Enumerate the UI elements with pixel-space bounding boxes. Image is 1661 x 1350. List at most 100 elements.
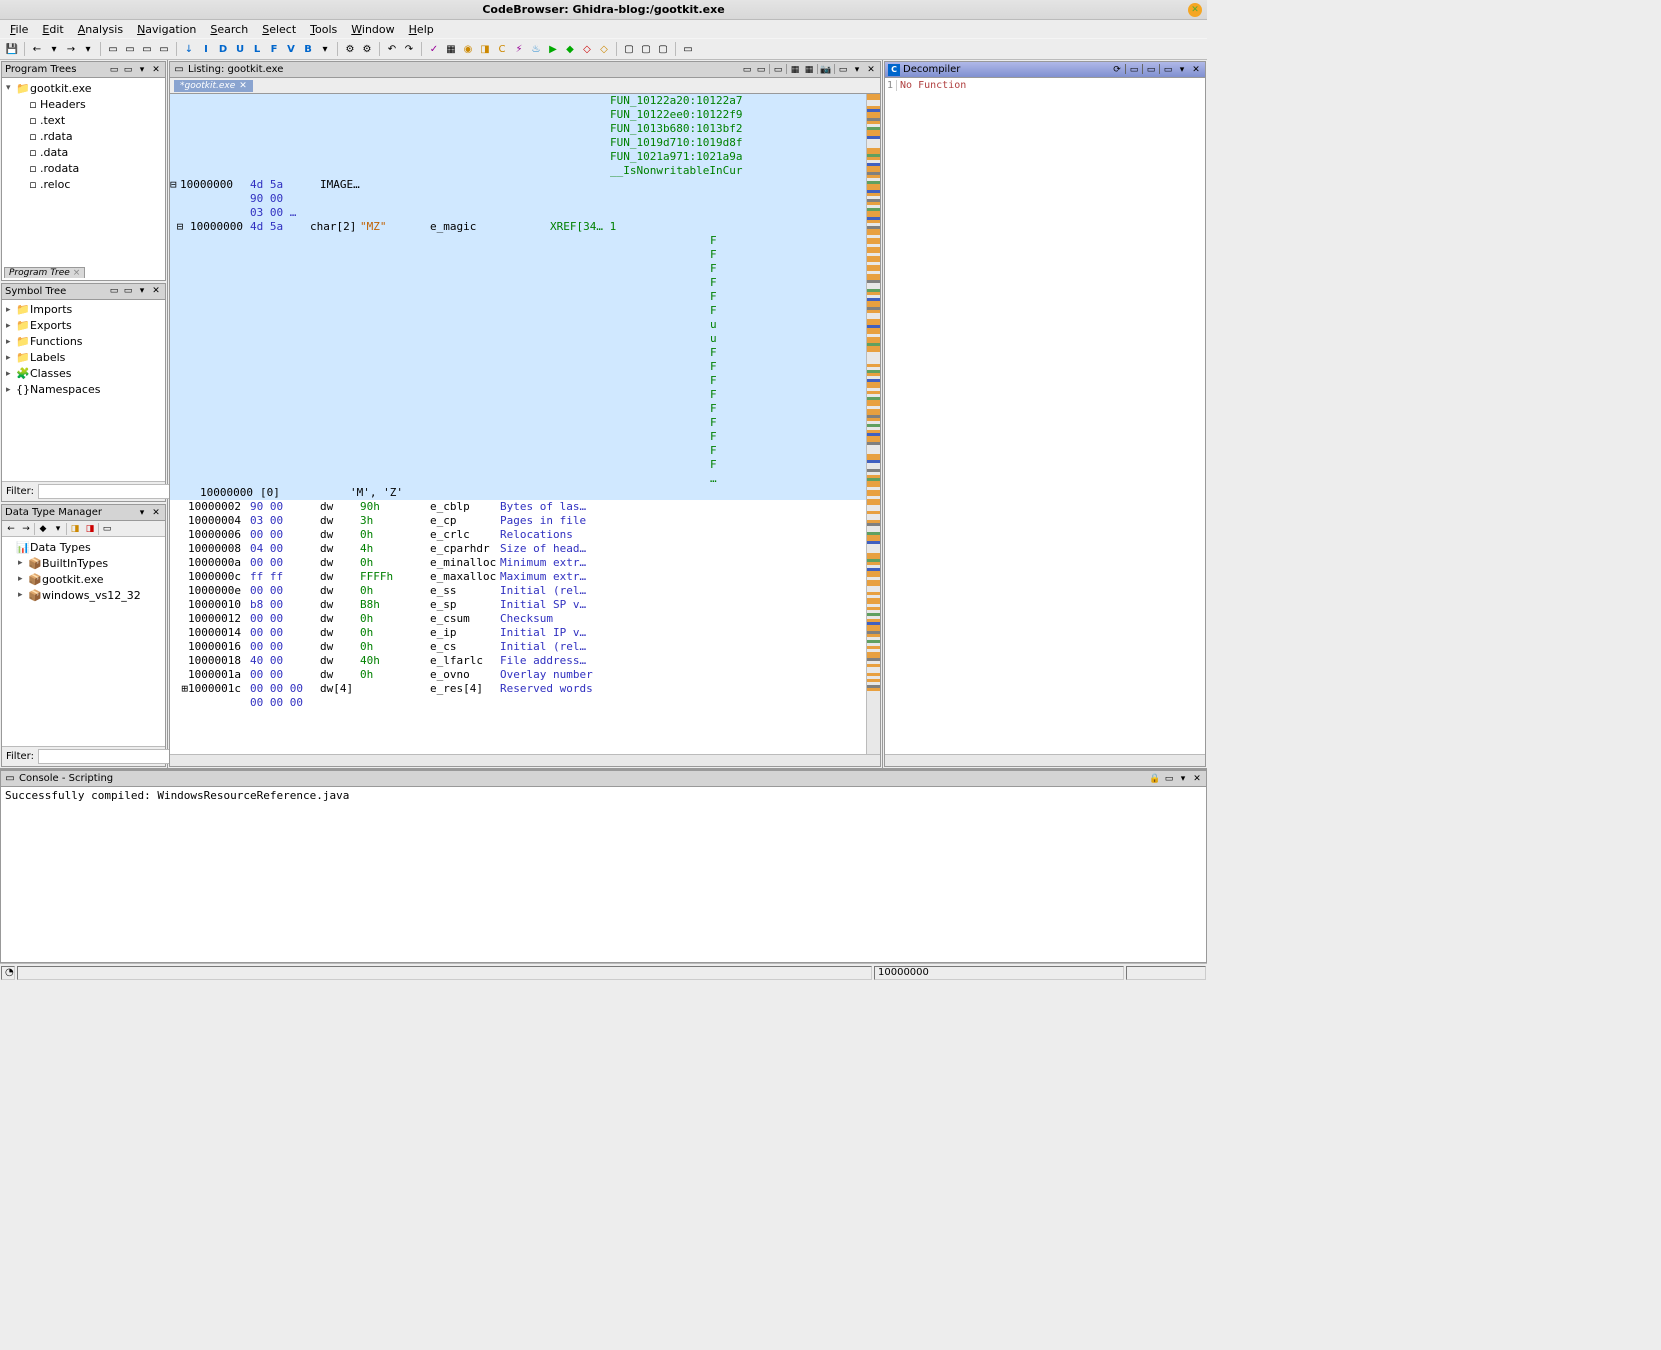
tool-icon[interactable]: ◉ bbox=[460, 41, 476, 57]
letter-l-icon[interactable]: L bbox=[249, 41, 265, 57]
symbol-filter-input[interactable] bbox=[38, 484, 176, 499]
scrollbar-horizontal[interactable] bbox=[170, 754, 880, 766]
symbol-functions[interactable]: ▸📁Functions bbox=[4, 334, 163, 350]
tool-icon[interactable]: ▦ bbox=[443, 41, 459, 57]
save-icon[interactable]: 💾 bbox=[4, 41, 20, 57]
tool-icon[interactable]: ▭ bbox=[772, 64, 784, 76]
tool-icon[interactable]: ▭ bbox=[755, 64, 767, 76]
camera-icon[interactable]: 📷 bbox=[820, 64, 832, 76]
nav-fwd-icon[interactable]: → bbox=[63, 41, 79, 57]
letter-c-icon[interactable]: C bbox=[494, 41, 510, 57]
dropdown-icon[interactable]: ▾ bbox=[80, 41, 96, 57]
listing-header[interactable]: ▭ Listing: gootkit.exe ▭ ▭ ▭ ▦ ▦ 📷 ▭ bbox=[170, 62, 880, 78]
menu-icon[interactable]: ▾ bbox=[1177, 773, 1189, 785]
tool-icon[interactable]: ▢ bbox=[655, 41, 671, 57]
symbol-namespaces[interactable]: ▸{}Namespaces bbox=[4, 382, 163, 398]
tree-section[interactable]: ▫Headers bbox=[4, 96, 163, 112]
tool-icon[interactable]: ◨ bbox=[68, 522, 82, 536]
menu-help[interactable]: Help bbox=[403, 22, 440, 37]
tool-icon[interactable]: ◇ bbox=[596, 41, 612, 57]
listing-file-tab[interactable]: *gootkit.exe ✕ bbox=[174, 80, 253, 92]
refresh-icon[interactable]: ⟳ bbox=[1111, 64, 1123, 76]
play-icon[interactable]: ▶ bbox=[545, 41, 561, 57]
menu-edit[interactable]: Edit bbox=[36, 22, 69, 37]
tool-icon[interactable]: ⚙ bbox=[359, 41, 375, 57]
tool-icon[interactable]: ▭ bbox=[1145, 64, 1157, 76]
symbol-labels[interactable]: ▸📁Labels bbox=[4, 350, 163, 366]
letter-u-icon[interactable]: U bbox=[232, 41, 248, 57]
tool-icon[interactable]: ♨ bbox=[528, 41, 544, 57]
symbol-classes[interactable]: ▸🧩Classes bbox=[4, 366, 163, 382]
menu-icon[interactable]: ▾ bbox=[1176, 64, 1188, 76]
close-icon[interactable]: ✕ bbox=[865, 64, 877, 76]
tool-icon[interactable]: ▦ bbox=[803, 64, 815, 76]
tool-icon[interactable]: ▭ bbox=[108, 64, 120, 76]
tool-icon[interactable]: ▭ bbox=[1128, 64, 1140, 76]
close-icon[interactable]: ✕ bbox=[239, 81, 247, 91]
menu-icon[interactable]: ▾ bbox=[136, 64, 148, 76]
tool-icon[interactable]: ▭ bbox=[680, 41, 696, 57]
dtm-item[interactable]: ▸📦windows_vs12_32 bbox=[4, 587, 163, 603]
tool-icon[interactable]: ◨ bbox=[83, 522, 97, 536]
tool-icon[interactable]: ▭ bbox=[122, 285, 134, 297]
symbol-exports[interactable]: ▸📁Exports bbox=[4, 318, 163, 334]
tree-section[interactable]: ▫.rdata bbox=[4, 128, 163, 144]
redo-icon[interactable]: ↷ bbox=[401, 41, 417, 57]
dropdown-icon[interactable]: ▾ bbox=[46, 41, 62, 57]
close-icon[interactable]: ✕ bbox=[1190, 64, 1202, 76]
console-output[interactable]: Successfully compiled: WindowsResourceRe… bbox=[1, 787, 1206, 962]
tool-icon[interactable]: ▭ bbox=[837, 64, 849, 76]
symbol-tree-header[interactable]: Symbol Tree ▭ ▭ ▾ ✕ bbox=[2, 284, 165, 300]
menu-window[interactable]: Window bbox=[345, 22, 400, 37]
dtm-root[interactable]: 📊Data Types bbox=[4, 539, 163, 555]
dtm-item[interactable]: ▸📦gootkit.exe bbox=[4, 571, 163, 587]
nav-down-icon[interactable]: ↓ bbox=[181, 41, 197, 57]
menu-tools[interactable]: Tools bbox=[304, 22, 343, 37]
tool-icon[interactable]: ▭ bbox=[108, 285, 120, 297]
close-icon[interactable]: ✕ bbox=[150, 507, 162, 519]
tool-icon[interactable]: ◆ bbox=[36, 522, 50, 536]
close-icon[interactable]: ✕ bbox=[150, 64, 162, 76]
program-tree-tab[interactable]: Program Tree× bbox=[4, 267, 85, 278]
decompiler-body[interactable]: 1No Function bbox=[885, 78, 1205, 754]
tool-icon[interactable]: ◆ bbox=[562, 41, 578, 57]
lock-icon[interactable]: 🔒 bbox=[1149, 773, 1161, 785]
menu-icon[interactable]: ▾ bbox=[851, 64, 863, 76]
tool-icon[interactable]: ◨ bbox=[477, 41, 493, 57]
tool-icon[interactable]: ▭ bbox=[156, 41, 172, 57]
tool-icon[interactable]: ▭ bbox=[1162, 64, 1174, 76]
tool-icon[interactable]: ◇ bbox=[579, 41, 595, 57]
tree-section[interactable]: ▫.data bbox=[4, 144, 163, 160]
tool-icon[interactable]: ⚙ bbox=[342, 41, 358, 57]
tool-icon[interactable]: ▭ bbox=[741, 64, 753, 76]
menu-file[interactable]: File bbox=[4, 22, 34, 37]
dtm-header[interactable]: Data Type Manager ▾ ✕ bbox=[2, 505, 165, 521]
nav-back-icon[interactable]: ← bbox=[29, 41, 45, 57]
letter-i-icon[interactable]: I bbox=[198, 41, 214, 57]
check-icon[interactable]: ✓ bbox=[426, 41, 442, 57]
close-icon[interactable]: ✕ bbox=[1191, 773, 1203, 785]
tool-icon[interactable]: ▭ bbox=[139, 41, 155, 57]
letter-f-icon[interactable]: F bbox=[266, 41, 282, 57]
menu-icon[interactable]: ▾ bbox=[136, 507, 148, 519]
menu-navigation[interactable]: Navigation bbox=[131, 22, 202, 37]
console-header[interactable]: ▭ Console - Scripting 🔒 ▭ ▾ ✕ bbox=[1, 771, 1206, 787]
tree-section[interactable]: ▫.rodata bbox=[4, 160, 163, 176]
tool-icon[interactable]: ▢ bbox=[638, 41, 654, 57]
decompiler-header[interactable]: C Decompiler ⟳ ▭ ▭ ▭ ▾ ✕ bbox=[885, 62, 1205, 78]
undo-icon[interactable]: ↶ bbox=[384, 41, 400, 57]
program-trees-header[interactable]: Program Trees ▭ ▭ ▾ ✕ bbox=[2, 62, 165, 78]
scrollbar-horizontal[interactable] bbox=[885, 754, 1205, 766]
window-close-button[interactable]: ✕ bbox=[1188, 3, 1202, 17]
tool-icon[interactable]: ▭ bbox=[122, 64, 134, 76]
close-icon[interactable]: ✕ bbox=[150, 285, 162, 297]
tool-icon[interactable]: ▭ bbox=[100, 522, 114, 536]
tool-icon[interactable]: ▭ bbox=[1163, 773, 1175, 785]
tool-icon[interactable]: ▦ bbox=[789, 64, 801, 76]
menu-select[interactable]: Select bbox=[256, 22, 302, 37]
menu-search[interactable]: Search bbox=[204, 22, 254, 37]
symbol-imports[interactable]: ▸📁Imports bbox=[4, 302, 163, 318]
tree-root[interactable]: ▾📁gootkit.exe bbox=[4, 80, 163, 96]
close-icon[interactable]: × bbox=[73, 268, 81, 278]
tool-icon[interactable]: ▢ bbox=[621, 41, 637, 57]
